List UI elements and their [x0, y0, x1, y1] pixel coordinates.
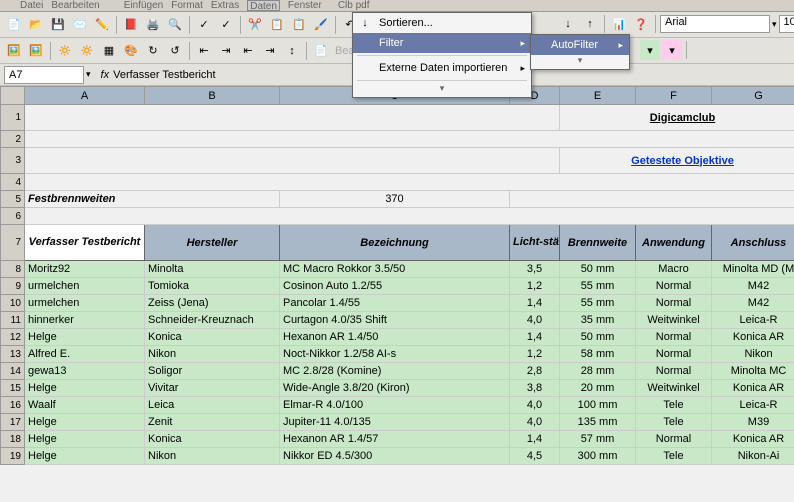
menu-externe-daten[interactable]: Externe Daten importieren▸ — [353, 58, 531, 78]
sort-asc-icon[interactable]: ↓ — [558, 14, 578, 34]
table-row[interactable]: 12HelgeKonicaHexanon AR 1.4/501,450 mmNo… — [1, 329, 794, 346]
row-num[interactable]: 15 — [1, 380, 25, 397]
edit-icon[interactable]: ✏️ — [92, 15, 112, 35]
hdr-hersteller: Hersteller — [145, 225, 280, 261]
hdr-anwendung: Anwendung — [636, 225, 712, 261]
brush-icon[interactable]: 🖌️ — [311, 15, 331, 35]
row-num[interactable]: 14 — [1, 363, 25, 380]
row-num[interactable]: 18 — [1, 431, 25, 448]
color2-icon[interactable]: ▾ — [662, 40, 682, 60]
copy-icon[interactable]: 📋 — [267, 15, 287, 35]
preview-icon[interactable]: 🔍 — [165, 15, 185, 35]
spellcheck-icon[interactable]: ✓ — [194, 15, 214, 35]
sort-desc-icon[interactable]: ↑ — [580, 14, 600, 34]
menu-autofilter[interactable]: AutoFilter▸ — [531, 35, 629, 55]
nav3-icon[interactable]: ⇤ — [238, 41, 258, 61]
row-num[interactable]: 16 — [1, 397, 25, 414]
help-icon[interactable]: ❓ — [631, 14, 651, 34]
formula-text[interactable]: Verfasser Testbericht — [113, 69, 216, 81]
submenu-expand[interactable]: ▾ — [531, 55, 629, 69]
hdr-anschluss: Anschluss — [712, 225, 794, 261]
pdf-icon[interactable]: 📕 — [121, 15, 141, 35]
table-row[interactable]: 10urmelchenZeiss (Jena)Pancolar 1.4/551,… — [1, 295, 794, 312]
hdr-brennweite: Brennweite — [560, 225, 636, 261]
table-row[interactable]: 14gewa13SoligorMC 2.8/28 (Komine)2,828 m… — [1, 363, 794, 380]
section-count: 370 — [280, 191, 510, 208]
row-num[interactable]: 10 — [1, 295, 25, 312]
image-icon[interactable]: 🖼️ — [4, 41, 24, 61]
table-row[interactable]: 8Moritz92MinoltaMC Macro Rokkor 3.5/503,… — [1, 261, 794, 278]
table-row[interactable]: 11hinnerkerSchneider-KreuznachCurtagon 4… — [1, 312, 794, 329]
paste-icon[interactable]: 📋 — [289, 15, 309, 35]
menu-sortieren[interactable]: ↓ Sortieren... — [353, 13, 531, 33]
table-row[interactable]: 18HelgeKonicaHexanon AR 1.4/571,457 mmNo… — [1, 431, 794, 448]
col-e[interactable]: E — [560, 87, 636, 105]
hdr-licht: Licht-stärke — [510, 225, 560, 261]
col-f[interactable]: F — [636, 87, 712, 105]
row-7[interactable]: 7 — [1, 225, 25, 261]
section-heading: Festbrennweiten — [25, 191, 280, 208]
mail-icon[interactable]: ✉️ — [70, 15, 90, 35]
row-num[interactable]: 9 — [1, 278, 25, 295]
open-icon[interactable]: 📂 — [26, 15, 46, 35]
row-6[interactable]: 6 — [1, 208, 25, 225]
image2-icon[interactable]: 🖼️ — [26, 41, 46, 61]
subtitle-link[interactable]: Getestete Objektive — [560, 148, 794, 174]
col-g[interactable]: G — [712, 87, 794, 105]
cell-ref[interactable]: A7 — [4, 66, 84, 84]
table-row[interactable]: 16WaalfLeicaElmar-R 4.0/1004,0100 mmTele… — [1, 397, 794, 414]
nav4-icon[interactable]: ⇥ — [260, 41, 280, 61]
table-row[interactable]: 13Alfred E.NikonNoct-Nikkor 1.2/58 AI-s1… — [1, 346, 794, 363]
row-2[interactable]: 2 — [1, 131, 25, 148]
color-icon[interactable]: 🎨 — [121, 41, 141, 61]
col-a[interactable]: A — [25, 87, 145, 105]
menu-filter[interactable]: Filter▸ — [353, 33, 531, 53]
menubar[interactable]: DateiBearbeiten EinfügenFormatExtras Dat… — [0, 0, 794, 12]
filter-submenu: AutoFilter▸ ▾ — [530, 34, 630, 70]
row-num[interactable]: 11 — [1, 312, 25, 329]
row-4[interactable]: 4 — [1, 174, 25, 191]
sort-icon: ↓ — [357, 17, 373, 29]
table-row[interactable]: 19HelgeNikonNikkor ED 4.5/3004,5300 mmTe… — [1, 448, 794, 465]
row-3[interactable]: 3 — [1, 148, 25, 174]
font-select[interactable]: Arial — [660, 15, 770, 33]
chart-icon[interactable]: 📊 — [609, 14, 629, 34]
doc-icon[interactable]: 📄 — [311, 41, 331, 61]
size-select[interactable]: 10 — [779, 15, 794, 33]
row-num[interactable]: 19 — [1, 448, 25, 465]
color1-icon[interactable]: ▾ — [640, 40, 660, 60]
row-num[interactable]: 13 — [1, 346, 25, 363]
data-menu-dropdown: ↓ Sortieren... Filter▸ Externe Daten imp… — [352, 12, 532, 98]
spreadsheet[interactable]: A B C D E F G 1 Digicamclub 2 3 Getestet… — [0, 86, 794, 465]
hdr-verfasser: Verfasser Testbericht — [25, 225, 145, 261]
rotate2-icon[interactable]: ↺ — [165, 41, 185, 61]
nav1-icon[interactable]: ⇤ — [194, 41, 214, 61]
save-icon[interactable]: 💾 — [48, 15, 68, 35]
row-5[interactable]: 5 — [1, 191, 25, 208]
row-num[interactable]: 12 — [1, 329, 25, 346]
nav5-icon[interactable]: ↕ — [282, 41, 302, 61]
cut-icon[interactable]: ✂️ — [245, 15, 265, 35]
print-icon[interactable]: 🖨️ — [143, 15, 163, 35]
new-icon[interactable]: 📄 — [4, 15, 24, 35]
autocheck-icon[interactable]: ✓ — [216, 15, 236, 35]
ruler2-icon[interactable]: 🔅 — [77, 41, 97, 61]
nav2-icon[interactable]: ⇥ — [216, 41, 236, 61]
page-title: Digicamclub — [560, 105, 794, 131]
crop-icon[interactable]: ▦ — [99, 41, 119, 61]
row-num[interactable]: 17 — [1, 414, 25, 431]
ruler-icon[interactable]: 🔅 — [55, 41, 75, 61]
table-row[interactable]: 15HelgeVivitarWide-Angle 3.8/20 (Kiron)3… — [1, 380, 794, 397]
select-all-corner[interactable] — [1, 87, 25, 105]
row-1[interactable]: 1 — [1, 105, 25, 131]
hdr-bezeichnung: Bezeichnung — [280, 225, 510, 261]
menu-expand[interactable]: ▾ — [353, 83, 531, 97]
col-b[interactable]: B — [145, 87, 280, 105]
table-row[interactable]: 9urmelchenTomiokaCosinon Auto 1.2/551,25… — [1, 278, 794, 295]
rotate-icon[interactable]: ↻ — [143, 41, 163, 61]
row-num[interactable]: 8 — [1, 261, 25, 278]
table-row[interactable]: 17HelgeZenitJupiter-11 4.0/1354,0135 mmT… — [1, 414, 794, 431]
